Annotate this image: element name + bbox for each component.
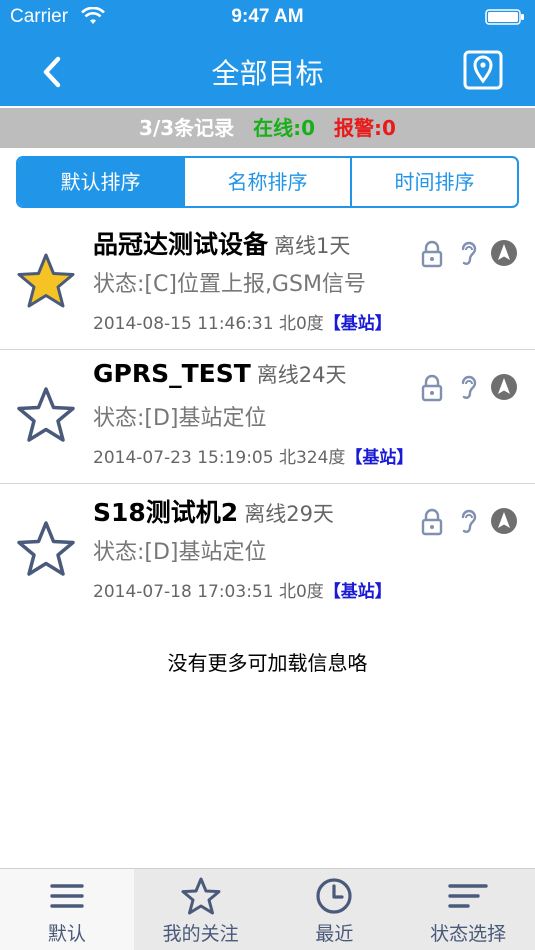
row-icons bbox=[417, 506, 519, 536]
ear-icon[interactable] bbox=[453, 506, 483, 536]
star-icon[interactable] bbox=[16, 520, 76, 580]
status-bar: Carrier 9:47 AM bbox=[0, 0, 535, 36]
device-name: GPRS_TEST 离线24天 bbox=[93, 359, 347, 389]
tab-label: 我的关注 bbox=[162, 923, 239, 945]
tab-default[interactable]: 默认 bbox=[0, 869, 134, 950]
device-source: 【基站】 bbox=[323, 582, 392, 602]
star-icon[interactable] bbox=[16, 386, 76, 446]
star-icon bbox=[181, 877, 221, 915]
tab-recent[interactable]: 最近 bbox=[267, 869, 402, 950]
map-button[interactable] bbox=[463, 50, 503, 90]
device-time: 2014-07-18 17:03:51 bbox=[93, 582, 274, 602]
no-more-message: 没有更多可加载信息咯 bbox=[167, 651, 368, 675]
tab-label: 默认 bbox=[47, 923, 86, 945]
device-time: 2014-07-23 15:19:05 bbox=[93, 448, 274, 468]
device-row[interactable]: GPRS_TEST 离线24天 状态:[D]基站定位 2014-07-23 15:… bbox=[0, 350, 535, 484]
tab-label: 最近 bbox=[315, 923, 354, 945]
offline-duration: 离线1天 bbox=[274, 234, 351, 258]
sort-segmented-control: 默认排序 名称排序 时间排序 bbox=[16, 156, 519, 208]
device-direction: 北0度 bbox=[278, 582, 324, 602]
filter-icon bbox=[448, 884, 488, 908]
navigation-icon[interactable] bbox=[489, 372, 519, 402]
sort-default-tab[interactable]: 默认排序 bbox=[18, 158, 183, 206]
sort-name-tab[interactable]: 名称排序 bbox=[183, 158, 350, 206]
lock-icon[interactable] bbox=[417, 506, 447, 536]
device-source: 【基站】 bbox=[323, 314, 392, 334]
row-icons bbox=[417, 238, 519, 268]
chevron-left-icon bbox=[43, 56, 61, 88]
battery-icon bbox=[485, 9, 524, 25]
tab-bar: 默认 我的关注 最近 状态选择 bbox=[0, 868, 535, 950]
offline-duration: 离线24天 bbox=[256, 363, 347, 387]
navigation-icon[interactable] bbox=[489, 506, 519, 536]
device-meta: 2014-07-18 17:03:51 北0度【基站】 bbox=[93, 577, 392, 602]
summary-bar: 3/3条记录 在线:0 报警:0 bbox=[0, 108, 535, 148]
device-list: 品冠达测试设备 离线1天 状态:[C]位置上报,GSM信号 2014-08-15 … bbox=[0, 216, 535, 618]
device-status: 状态:[C]位置上报,GSM信号 bbox=[93, 272, 366, 297]
online-count: 在线:0 bbox=[253, 116, 316, 140]
offline-duration: 离线29天 bbox=[244, 502, 334, 526]
row-icons bbox=[417, 372, 519, 402]
status-time: 9:47 AM bbox=[231, 6, 304, 27]
lock-icon[interactable] bbox=[417, 238, 447, 268]
device-direction: 北0度 bbox=[278, 314, 324, 334]
ear-icon[interactable] bbox=[453, 238, 483, 268]
device-source: 【基站】 bbox=[345, 448, 414, 468]
device-meta: 2014-07-23 15:19:05 北324度【基站】 bbox=[93, 443, 413, 468]
back-button[interactable] bbox=[30, 50, 74, 94]
tab-favorites[interactable]: 我的关注 bbox=[133, 869, 268, 950]
device-status: 状态:[D]基站定位 bbox=[93, 540, 267, 565]
device-name: S18测试机2 离线29天 bbox=[93, 493, 334, 529]
ear-icon[interactable] bbox=[453, 372, 483, 402]
device-row[interactable]: 品冠达测试设备 离线1天 状态:[C]位置上报,GSM信号 2014-08-15 … bbox=[0, 216, 535, 350]
header: Carrier 9:47 AM 全部目标 bbox=[0, 0, 535, 106]
device-meta: 2014-08-15 11:46:31 北0度【基站】 bbox=[93, 309, 392, 334]
device-direction: 北324度 bbox=[278, 448, 346, 468]
nav-bar: 全部目标 bbox=[0, 36, 535, 106]
page-title: 全部目标 bbox=[211, 57, 324, 90]
device-status: 状态:[D]基站定位 bbox=[93, 406, 267, 431]
lock-icon[interactable] bbox=[417, 372, 447, 402]
list-icon bbox=[50, 884, 84, 908]
navigation-icon[interactable] bbox=[489, 238, 519, 268]
record-count: 3/3条记录 bbox=[139, 116, 235, 140]
device-row[interactable]: S18测试机2 离线29天 状态:[D]基站定位 2014-07-18 17:03… bbox=[0, 484, 535, 618]
tab-status-filter[interactable]: 状态选择 bbox=[401, 869, 535, 950]
clock-icon bbox=[316, 878, 352, 914]
star-icon[interactable] bbox=[16, 252, 76, 312]
map-pin-icon bbox=[463, 50, 503, 90]
device-name-text: 品冠达测试设备 bbox=[93, 230, 269, 259]
device-name-text: S18测试机2 bbox=[93, 498, 239, 527]
alarm-count: 报警:0 bbox=[334, 116, 396, 140]
device-name-text: GPRS_TEST bbox=[93, 359, 251, 388]
device-time: 2014-08-15 11:46:31 bbox=[93, 314, 274, 334]
device-name: 品冠达测试设备 离线1天 bbox=[93, 225, 350, 261]
sort-time-tab[interactable]: 时间排序 bbox=[350, 158, 517, 206]
tab-label: 状态选择 bbox=[430, 923, 507, 945]
